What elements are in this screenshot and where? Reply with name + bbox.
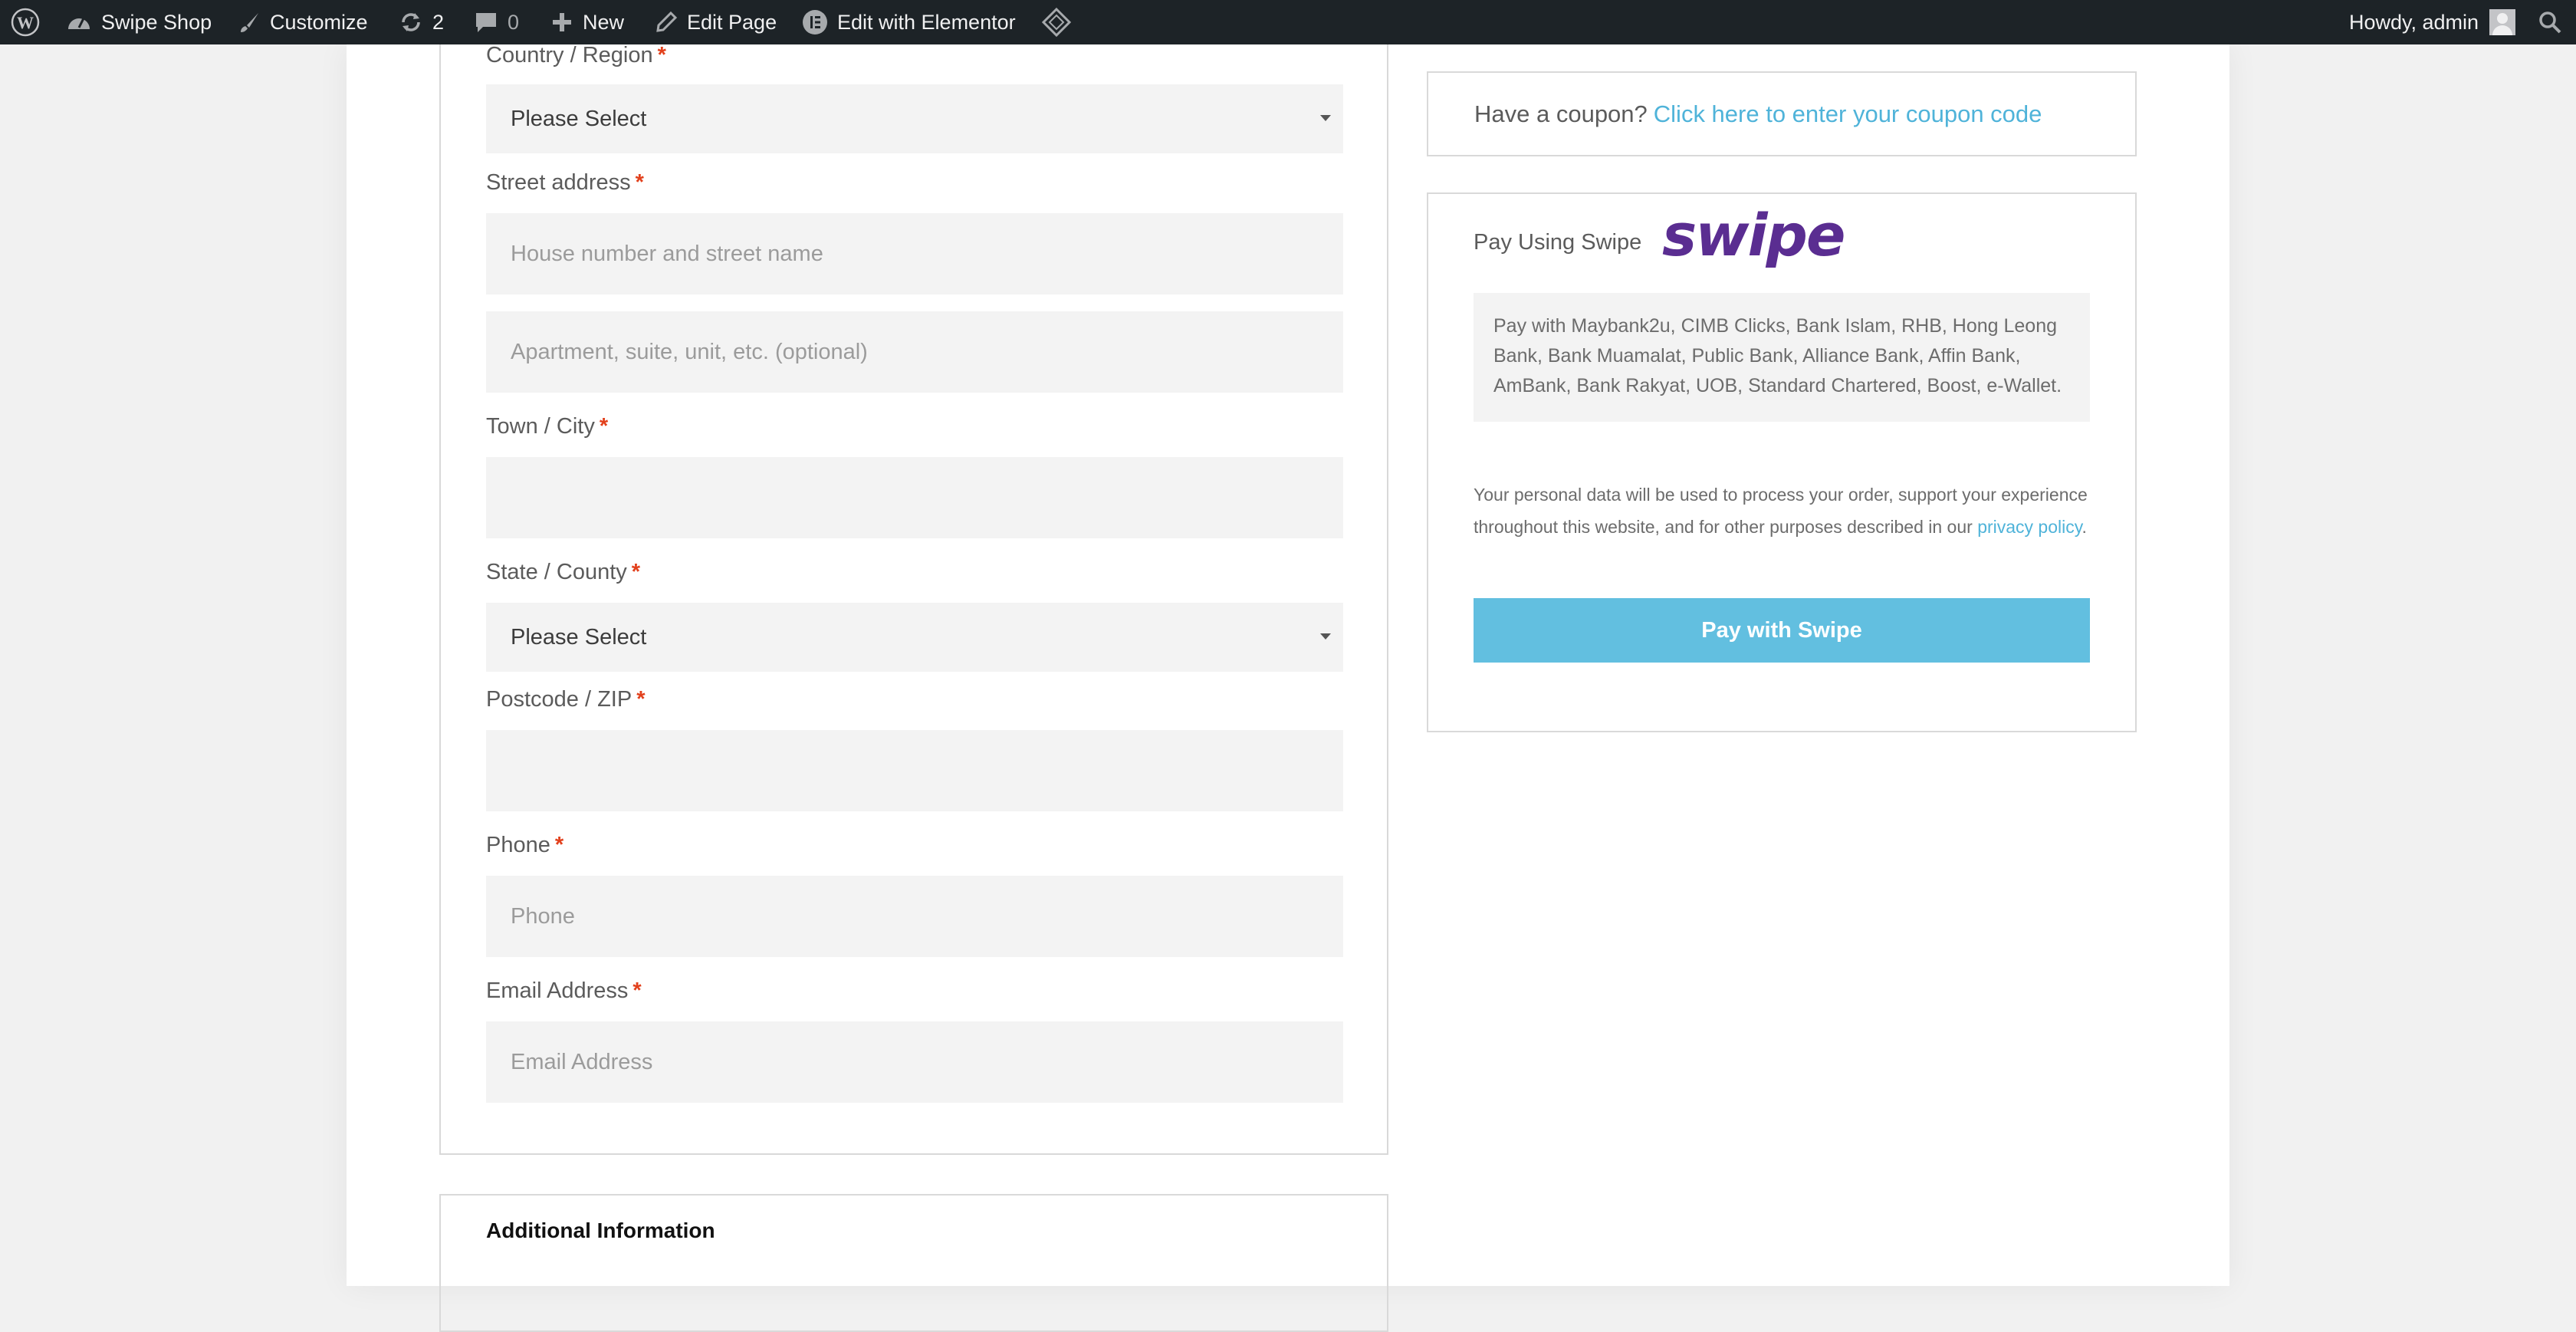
- comments-link[interactable]: 0: [474, 0, 519, 44]
- city-label-text: Town / City: [486, 414, 595, 439]
- coupon-notice: Have a coupon? Click here to enter your …: [1427, 71, 2137, 156]
- customize-label: Customize: [270, 10, 368, 34]
- brush-icon: [238, 11, 261, 34]
- updates-count: 2: [432, 10, 445, 34]
- comments-count: 0: [508, 10, 520, 34]
- phone-input[interactable]: [486, 876, 1343, 957]
- admin-bar: W Swipe Shop Customize 2 0 New Edit Page…: [0, 0, 2576, 44]
- new-label: New: [583, 10, 625, 34]
- country-select[interactable]: Please Select: [486, 84, 1343, 153]
- phone-label-text: Phone: [486, 833, 550, 857]
- state-select-value: Please Select: [511, 624, 647, 650]
- site-name-link[interactable]: Swipe Shop: [66, 0, 212, 44]
- privacy-notice: Your personal data will be used to proce…: [1474, 479, 2090, 543]
- updates-link[interactable]: 2: [399, 0, 444, 44]
- my-account-link[interactable]: Howdy, admin: [2349, 0, 2516, 44]
- wordpress-logo-button[interactable]: W: [11, 0, 40, 44]
- site-name-label: Swipe Shop: [101, 10, 212, 34]
- coupon-prompt: Have a coupon?: [1474, 100, 1648, 127]
- additional-information-title: Additional Information: [486, 1219, 715, 1242]
- edit-page-link[interactable]: Edit Page: [655, 0, 777, 44]
- state-label-text: State / County: [486, 560, 627, 584]
- country-label-text: Country / Region: [486, 43, 653, 67]
- required-marker: *: [631, 560, 641, 584]
- postcode-label: Postcode / ZIP *: [486, 687, 646, 712]
- payment-description: Pay with Maybank2u, CIMB Clicks, Bank Is…: [1474, 293, 2090, 422]
- edit-page-label: Edit Page: [687, 10, 777, 34]
- search-button[interactable]: [2538, 0, 2562, 44]
- diamond-menu-button[interactable]: [1041, 0, 1072, 44]
- diamond-icon: [1041, 7, 1072, 38]
- street-address-label-text: Street address: [486, 170, 631, 195]
- required-marker: *: [635, 170, 644, 195]
- email-label-text: Email Address: [486, 978, 629, 1003]
- required-marker: *: [632, 978, 642, 1003]
- country-select-value: Please Select: [511, 106, 647, 131]
- payment-method-title: Pay Using Swipe: [1474, 230, 1642, 255]
- state-label: State / County *: [486, 560, 640, 585]
- privacy-policy-link[interactable]: privacy policy: [1977, 517, 2082, 537]
- email-input[interactable]: [486, 1021, 1343, 1103]
- additional-information-section: [439, 1194, 1388, 1332]
- street-address-2-input[interactable]: [486, 311, 1343, 393]
- street-address-input[interactable]: [486, 213, 1343, 294]
- coupon-link[interactable]: Click here to enter your coupon code: [1654, 100, 2042, 128]
- svg-text:W: W: [17, 13, 34, 32]
- postcode-input[interactable]: [486, 730, 1343, 811]
- howdy-label: Howdy, admin: [2349, 10, 2479, 34]
- postcode-label-text: Postcode / ZIP: [486, 687, 632, 712]
- avatar: [2489, 9, 2516, 35]
- required-marker: *: [657, 43, 666, 67]
- pencil-icon: [655, 11, 678, 34]
- customize-link[interactable]: Customize: [238, 0, 368, 44]
- wordpress-icon: W: [11, 8, 40, 37]
- comment-icon: [474, 11, 498, 34]
- dashboard-icon: [66, 11, 92, 34]
- required-marker: *: [554, 833, 564, 857]
- plus-icon: [550, 11, 573, 34]
- chevron-down-icon: [1320, 633, 1331, 640]
- edit-elementor-label: Edit with Elementor: [837, 10, 1016, 34]
- street-address-label: Street address *: [486, 170, 644, 196]
- chevron-down-icon: [1320, 115, 1331, 121]
- swipe-logo: swipe: [1662, 201, 1845, 269]
- checkout-page: Country / Region * Please Select Street a…: [347, 43, 2229, 1332]
- updates-icon: [399, 10, 423, 35]
- pay-with-swipe-button[interactable]: Pay with Swipe: [1474, 598, 2090, 663]
- state-select[interactable]: Please Select: [486, 603, 1343, 672]
- new-content-link[interactable]: New: [550, 0, 624, 44]
- elementor-icon: [802, 9, 828, 35]
- search-icon: [2538, 10, 2562, 35]
- city-label: Town / City *: [486, 414, 608, 439]
- required-marker: *: [599, 414, 609, 439]
- country-label: Country / Region *: [486, 43, 666, 68]
- email-label: Email Address *: [486, 978, 642, 1004]
- city-input[interactable]: [486, 457, 1343, 538]
- edit-elementor-link[interactable]: Edit with Elementor: [802, 0, 1016, 44]
- required-marker: *: [636, 687, 646, 712]
- phone-label: Phone *: [486, 833, 564, 858]
- privacy-notice-end: .: [2082, 517, 2087, 537]
